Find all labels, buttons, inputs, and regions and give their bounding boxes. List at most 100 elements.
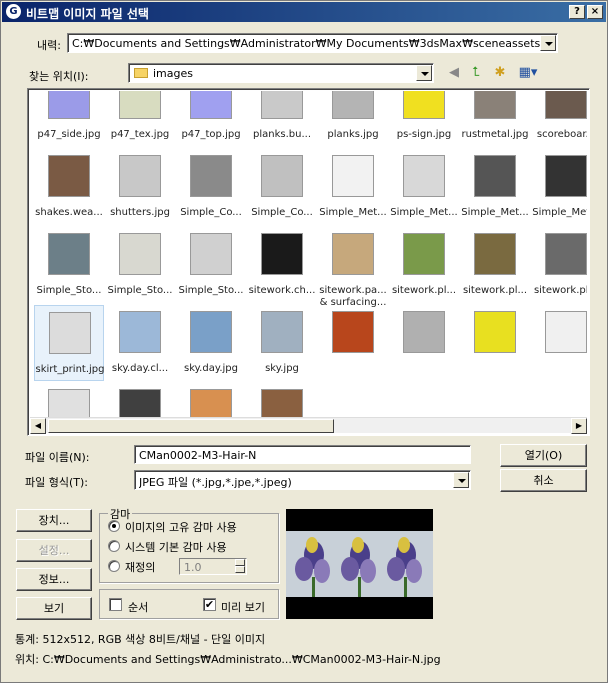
filename-input[interactable]: CMan0002-M3-Hair-N [134,445,471,464]
chevron-down-icon[interactable] [453,472,469,488]
gamma-image-radio[interactable] [108,520,120,532]
dialog-title: 비트맵 이미지 파일 선택 [26,7,149,21]
file-item[interactable]: Simple_Sto... [176,227,246,303]
file-item[interactable]: Simple_Met... [460,149,530,225]
file-name: scoreboar... [536,129,587,140]
file-thumbnail [190,389,232,417]
file-item[interactable]: shutters.jpg [105,149,175,225]
file-name: shutters.jpg [110,207,170,218]
file-thumbnail [332,233,374,275]
file-item[interactable]: Simple_Met... [531,149,587,225]
scroll-left-icon[interactable]: ◀ [30,418,46,434]
file-thumbnail [261,311,303,353]
file-thumbnail [119,311,161,353]
file-item[interactable]: Simple_Co... [247,149,317,225]
file-item[interactable]: ps-sign.jpg [389,91,459,147]
gamma-override-radio[interactable] [108,560,120,572]
gamma-override-spinner[interactable]: 1.0 [179,558,247,575]
file-item[interactable]: Simple_Sto... [105,227,175,303]
open-button[interactable]: 열기(O) [500,444,587,467]
file-item[interactable] [105,383,175,417]
file-item[interactable]: sitework.pl... [531,227,587,303]
filetype-combo[interactable]: JPEG 파일 (*.jpg,*.jpe,*.jpeg) [134,470,471,490]
file-item[interactable]: Simple_Sto... [34,227,104,303]
file-item[interactable]: scoreboar... [531,91,587,147]
setup-button[interactable]: 설정... [16,539,92,562]
file-thumbnail [545,233,587,275]
file-item[interactable]: Simple_Co... [176,149,246,225]
file-dialog: G 비트맵 이미지 파일 선택 ? × 내력: C:₩Documents and… [0,0,608,683]
folder-icon [134,68,148,78]
view-button[interactable]: 보기 [16,597,92,620]
help-button[interactable]: ? [569,5,585,19]
file-item[interactable]: p47_top.jpg [176,91,246,147]
horizontal-scrollbar[interactable]: ◀ ▶ [30,417,587,434]
lookin-value: images [153,67,193,80]
file-thumbnail [119,91,161,119]
file-item[interactable]: sitework.pl... [389,227,459,303]
title-bar[interactable]: G 비트맵 이미지 파일 선택 ? × [2,2,606,22]
history-combo[interactable]: C:₩Documents and Settings₩Administrator₩… [67,33,558,53]
devices-button[interactable]: 장치... [16,509,92,532]
file-item[interactable]: sitework.ch... [247,227,317,303]
scroll-right-icon[interactable]: ▶ [571,418,587,434]
gamma-override-label: 재정의 [125,561,156,574]
file-item[interactable]: Simple_Met... [318,149,388,225]
gamma-override-value: 1.0 [184,561,202,574]
info-button[interactable]: 정보... [16,568,92,591]
close-button[interactable]: × [587,5,603,19]
file-item[interactable] [318,305,388,381]
scroll-thumb[interactable] [48,419,334,433]
file-item[interactable]: sky.day.jpg [176,305,246,381]
new-folder-icon[interactable]: ✱ [491,64,509,82]
file-name: skirt_print.jpg [35,364,105,375]
file-thumbnail [545,155,587,197]
back-icon[interactable]: ◀ [445,64,463,82]
file-item[interactable] [34,383,104,417]
file-item[interactable]: sky.jpg [247,305,317,381]
file-name: sitework.ch... [248,285,316,296]
iris-flowers-image [286,531,433,597]
file-item[interactable] [389,305,459,381]
preview-checkbox[interactable]: ✔ [203,598,216,611]
file-item[interactable]: sitework.pl... [460,227,530,303]
file-item[interactable]: planks.bu... [247,91,317,147]
file-thumbnail [261,389,303,417]
cancel-button[interactable]: 취소 [500,469,587,492]
spin-up-icon[interactable] [235,559,245,566]
file-thumbnail [474,155,516,197]
file-item[interactable] [247,383,317,417]
file-name: sitework.pl... [462,285,528,296]
view-menu-icon[interactable]: ▦▾ [515,64,541,82]
chevron-down-icon[interactable] [416,65,432,81]
file-item[interactable]: planks.jpg [318,91,388,147]
file-item[interactable] [176,383,246,417]
file-item[interactable] [531,305,587,381]
file-name: Simple_Sto... [36,285,102,296]
file-item[interactable]: rustmetal.jpg [460,91,530,147]
file-item[interactable]: p47_side.jpg [34,91,104,147]
file-thumbnail [48,233,90,275]
file-item[interactable]: p47_tex.jpg [105,91,175,147]
lookin-combo[interactable]: images [128,63,434,83]
sequence-label: 순서 [128,601,149,614]
image-preview [286,509,433,619]
file-item[interactable]: sky.day.cl... [105,305,175,381]
file-thumbnail [474,311,516,353]
file-item[interactable] [460,305,530,381]
chevron-down-icon[interactable] [540,35,556,51]
file-name: sky.day.cl... [111,363,169,374]
sequence-checkbox[interactable] [109,598,122,611]
file-name: p47_side.jpg [37,129,101,140]
file-item[interactable]: sitework.pa... & surfacing... [318,227,388,308]
gamma-system-radio[interactable] [108,540,120,552]
up-folder-icon[interactable]: ⮤ [467,64,485,82]
file-item[interactable]: shakes.wea... [34,149,104,225]
file-thumbnail [119,389,161,417]
file-item[interactable]: skirt_print.jpg [34,305,104,381]
spin-down-icon[interactable] [235,566,245,573]
file-item[interactable]: Simple_Met... [389,149,459,225]
file-list[interactable]: p47_side.jpg p47_tex.jpg p47_top.jpg planks… [27,88,590,436]
file-name: Simple_Met... [319,207,387,218]
file-thumbnail [474,233,516,275]
